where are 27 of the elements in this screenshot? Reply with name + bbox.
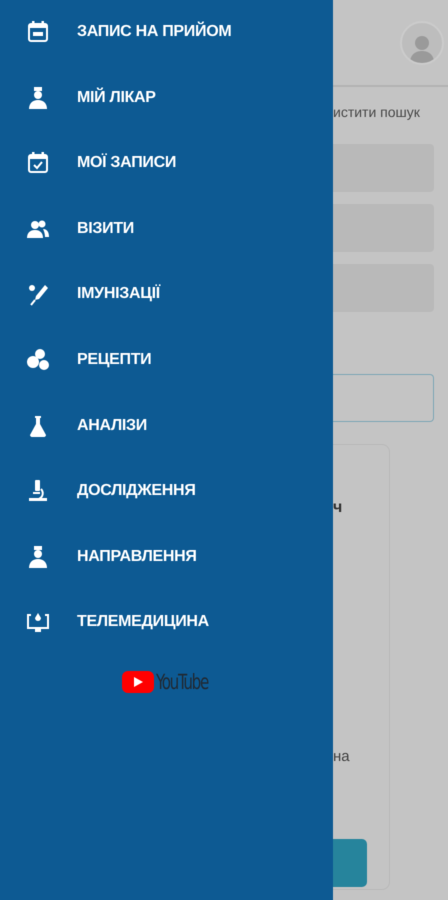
menu-item[interactable]: РЕЦЕПТИ: [0, 338, 333, 382]
menu-item[interactable]: ДОСЛІДЖЕННЯ: [0, 469, 333, 514]
calendar-icon: [26, 20, 50, 44]
input-field[interactable]: [333, 264, 434, 312]
avatar[interactable]: [400, 20, 444, 64]
menu-item[interactable]: ВІЗИТИ: [0, 206, 333, 251]
doctor-icon: [26, 544, 50, 569]
pills-icon: [26, 348, 50, 372]
input-field[interactable]: [333, 374, 434, 422]
card-title: ч: [333, 499, 344, 517]
menu-item[interactable]: НАПРАВЛЕННЯ: [0, 534, 333, 579]
microscope-icon: [26, 479, 50, 504]
input-field[interactable]: [333, 144, 434, 192]
play-icon: [122, 670, 154, 693]
menu-item[interactable]: ІМУНІЗАЦІЇ: [0, 272, 333, 316]
menu-item[interactable]: ТЕЛЕМЕДИЦИНА: [0, 600, 333, 644]
input-field[interactable]: [333, 204, 434, 252]
menu-item[interactable]: МІЙ ЛІКАР: [0, 76, 333, 120]
doctor-icon: [26, 86, 50, 110]
menu-item[interactable]: ЗАПИС НА ПРИЙОМ: [0, 10, 333, 54]
menu-item[interactable]: АНАЛІЗИ: [0, 404, 333, 448]
card-text: на: [333, 748, 351, 765]
menu-item[interactable]: МОЇ ЗАПИСИ: [0, 141, 333, 186]
calendar-check-icon: [26, 151, 50, 176]
clear-search-link[interactable]: истити пошук: [333, 104, 420, 120]
action-button[interactable]: [333, 839, 367, 887]
syringe-icon: [26, 282, 50, 306]
